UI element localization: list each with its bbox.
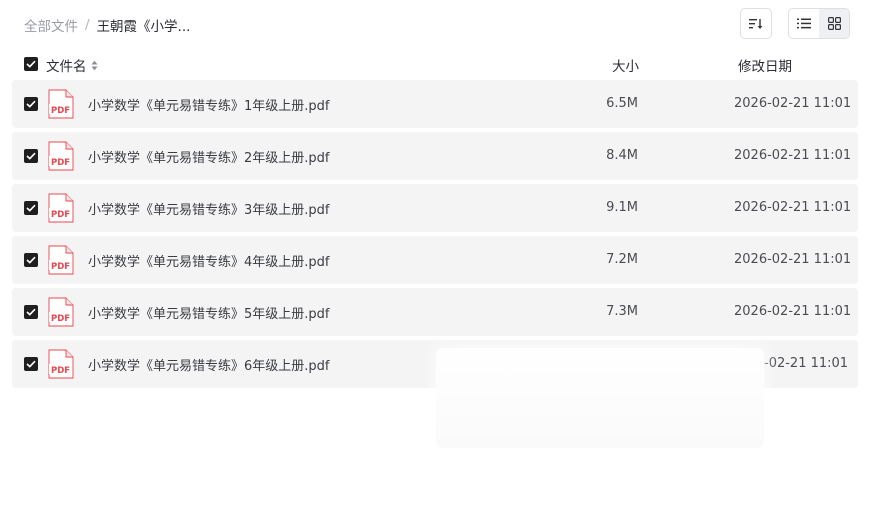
breadcrumb-root-link[interactable]: 全部文件: [24, 15, 78, 35]
pdf-file-icon: PDF: [48, 245, 74, 275]
file-size: 7.3M: [606, 304, 638, 319]
svg-text:PDF: PDF: [51, 366, 70, 376]
file-modified-date: 2026-02-21 11:01: [734, 200, 852, 215]
faded-overlay: [436, 348, 764, 448]
breadcrumb-current-folder: 王朝霞《小学...: [96, 19, 191, 35]
pdf-file-icon: PDF: [48, 349, 74, 379]
file-name[interactable]: 小学数学《单元易错专练》4年级上册.pdf: [88, 251, 329, 270]
table-header: 文件名 大小 修改日期: [12, 50, 858, 78]
checkmark-icon: [26, 152, 36, 160]
pdf-file-icon: PDF: [48, 297, 74, 327]
svg-text:PDF: PDF: [51, 262, 70, 272]
checkmark-icon: [26, 256, 36, 264]
breadcrumb-separator: /: [85, 17, 90, 33]
file-name[interactable]: 小学数学《单元易错专练》2年级上册.pdf: [88, 147, 329, 166]
row-checkbox[interactable]: [24, 201, 38, 215]
file-modified-date: -02-21 11:01: [764, 356, 849, 371]
file-name[interactable]: 小学数学《单元易错专练》6年级上册.pdf: [88, 355, 329, 374]
svg-text:PDF: PDF: [51, 210, 70, 220]
file-size: 7.2M: [606, 252, 638, 267]
file-row[interactable]: PDF 小学数学《单元易错专练》3年级上册.pdf 9.1M 2026-02-2…: [12, 184, 858, 232]
checkmark-icon: [26, 204, 36, 212]
svg-text:PDF: PDF: [51, 158, 70, 168]
file-name[interactable]: 小学数学《单元易错专练》1年级上册.pdf: [88, 95, 329, 114]
file-modified-date: 2026-02-21 11:01: [734, 304, 852, 319]
column-header-date[interactable]: 修改日期: [738, 55, 792, 75]
view-mode-toggle: [788, 8, 850, 39]
list-view-icon: [797, 18, 811, 29]
checkmark-icon: [26, 100, 36, 108]
file-name[interactable]: 小学数学《单元易错专练》5年级上册.pdf: [88, 303, 329, 322]
checkmark-icon: [26, 308, 36, 316]
file-size: 6.5M: [606, 96, 638, 111]
file-row[interactable]: PDF 小学数学《单元易错专练》1年级上册.pdf 6.5M 2026-02-2…: [12, 80, 858, 128]
file-modified-date: 2026-02-21 11:01: [734, 252, 852, 267]
column-header-name-label: 文件名: [46, 59, 87, 75]
column-header-size[interactable]: 大小: [612, 55, 639, 75]
checkmark-icon: [26, 60, 36, 68]
sort-descending-icon: [749, 18, 763, 29]
row-checkbox[interactable]: [24, 357, 38, 371]
file-size: 9.1M: [606, 200, 638, 215]
row-checkbox[interactable]: [24, 149, 38, 163]
file-row[interactable]: PDF 小学数学《单元易错专练》4年级上册.pdf 7.2M 2026-02-2…: [12, 236, 858, 284]
file-modified-date: 2026-02-21 11:01: [734, 148, 852, 163]
file-modified-date: 2026-02-21 11:01: [734, 96, 852, 111]
sort-caret-icon: [91, 60, 98, 71]
grid-view-icon: [827, 17, 841, 30]
select-all-checkbox[interactable]: [24, 57, 38, 71]
pdf-file-icon: PDF: [48, 193, 74, 223]
top-bar: 全部文件 / 王朝霞《小学...: [0, 0, 874, 48]
breadcrumb: 全部文件 / 王朝霞《小学...: [24, 15, 190, 35]
column-header-name[interactable]: 文件名: [46, 55, 98, 75]
row-checkbox[interactable]: [24, 253, 38, 267]
file-size: 8.4M: [606, 148, 638, 163]
pdf-file-icon: PDF: [48, 89, 74, 119]
svg-text:PDF: PDF: [51, 314, 70, 324]
svg-text:PDF: PDF: [51, 106, 70, 116]
grid-view-button[interactable]: [819, 9, 849, 38]
list-view-button[interactable]: [789, 9, 819, 38]
file-row[interactable]: PDF 小学数学《单元易错专练》5年级上册.pdf 7.3M 2026-02-2…: [12, 288, 858, 336]
row-checkbox[interactable]: [24, 97, 38, 111]
pdf-file-icon: PDF: [48, 141, 74, 171]
sort-button[interactable]: [740, 8, 772, 39]
file-list: PDF 小学数学《单元易错专练》1年级上册.pdf 6.5M 2026-02-2…: [12, 80, 858, 392]
checkmark-icon: [26, 360, 36, 368]
row-checkbox[interactable]: [24, 305, 38, 319]
file-row[interactable]: PDF 小学数学《单元易错专练》2年级上册.pdf 8.4M 2026-02-2…: [12, 132, 858, 180]
file-name[interactable]: 小学数学《单元易错专练》3年级上册.pdf: [88, 199, 329, 218]
